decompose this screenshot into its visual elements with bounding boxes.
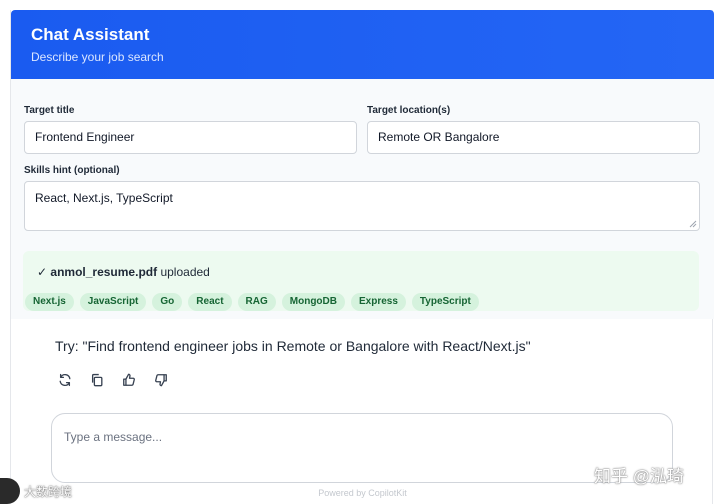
skill-chip: Next.js <box>25 293 74 311</box>
skill-chip: React <box>188 293 232 311</box>
source-watermark: 大数跨境 <box>0 478 72 504</box>
zhihu-watermark: 知乎 @泓琦 <box>594 467 684 486</box>
resume-upload-status: ✓ anmol_resume.pdf uploaded Next.js Java… <box>23 251 699 311</box>
message-actions <box>57 372 169 388</box>
chat-assistant-panel: Chat Assistant Describe your job search … <box>10 10 714 504</box>
skills-hint-textarea[interactable]: React, Next.js, TypeScript <box>24 181 700 231</box>
suggestion-message: Try: "Find frontend engineer jobs in Rem… <box>55 338 531 354</box>
skill-chip: TypeScript <box>411 293 479 311</box>
skill-chip: Express <box>350 293 406 311</box>
skill-chip: JavaScript <box>79 293 147 311</box>
target-title-label: Target title <box>24 105 75 116</box>
message-composer[interactable] <box>51 413 673 483</box>
resume-filename: anmol_resume.pdf <box>50 265 158 279</box>
skill-chips: Next.js JavaScript Go React RAG MongoDB … <box>25 293 479 311</box>
powered-by-footer: Powered by CopilotKit <box>318 488 407 498</box>
regenerate-icon[interactable] <box>57 372 73 388</box>
thumbs-up-icon[interactable] <box>121 372 137 388</box>
skills-hint-value: React, Next.js, TypeScript <box>35 191 173 205</box>
copy-icon[interactable] <box>89 372 105 388</box>
chat-header: Chat Assistant Describe your job search <box>11 10 714 79</box>
upload-status-line: ✓ anmol_resume.pdf uploaded <box>37 265 210 279</box>
watermark-logo-icon <box>0 478 20 504</box>
target-title-input[interactable]: Frontend Engineer <box>24 121 357 154</box>
chat-title: Chat Assistant <box>31 25 150 44</box>
job-search-form: Target title Frontend Engineer Target lo… <box>11 79 714 319</box>
chat-subtitle: Describe your job search <box>31 50 164 64</box>
thumbs-down-icon[interactable] <box>153 372 169 388</box>
skill-chip: RAG <box>237 293 276 311</box>
resize-grip-icon[interactable] <box>689 220 697 228</box>
upload-status-text: uploaded <box>160 265 210 279</box>
message-input[interactable] <box>64 428 644 446</box>
target-location-label: Target location(s) <box>367 105 451 116</box>
skill-chip: MongoDB <box>281 293 345 311</box>
skill-chip: Go <box>152 293 183 311</box>
skills-hint-label: Skills hint (optional) <box>24 165 120 176</box>
target-location-input[interactable]: Remote OR Bangalore <box>367 121 700 154</box>
source-watermark-text: 大数跨境 <box>24 484 73 499</box>
check-icon: ✓ <box>37 265 48 279</box>
